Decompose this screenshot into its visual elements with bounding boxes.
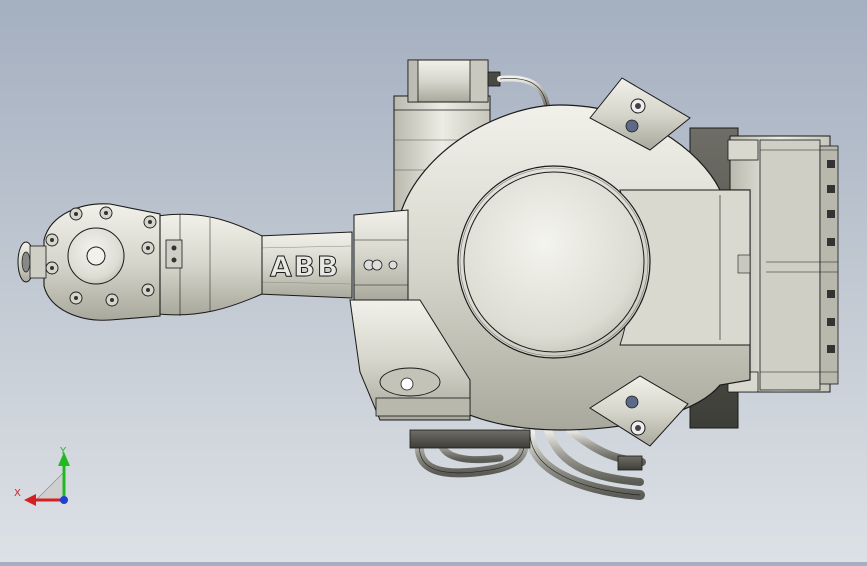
tool-flange-head [17,203,161,321]
coordinate-triad: Y X [14,446,70,506]
cable-connector [617,455,643,471]
x-axis-label: X [14,488,21,499]
cad-3d-viewport[interactable]: ABB Y X [0,0,867,562]
y-axis-label: Y [59,446,67,457]
forearm-tube: ABB [257,231,353,299]
triad-plane-icon [35,471,65,501]
z-axis-dot-icon [60,496,68,504]
cable-clamp-plate [409,429,531,449]
robot-model-render[interactable]: ABB Y X [0,0,867,562]
abb-logo: ABB [270,250,340,283]
wrist-housing [157,213,263,316]
arm-link-block [353,209,409,301]
